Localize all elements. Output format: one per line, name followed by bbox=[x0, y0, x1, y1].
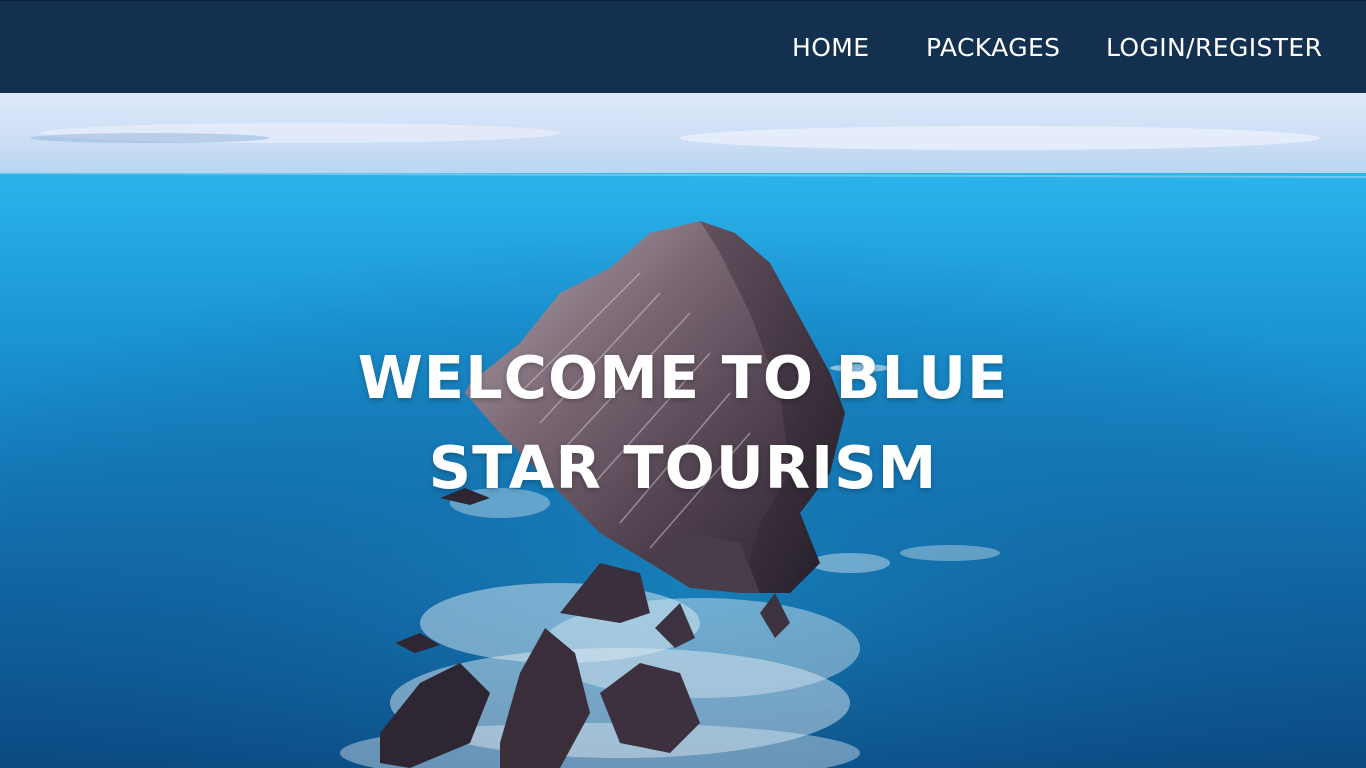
hero-title-line-1: WELCOME TO BLUE bbox=[357, 342, 1009, 412]
nav-login-register-link[interactable]: LOGIN/REGISTER bbox=[1106, 32, 1322, 64]
nav-home-link[interactable]: HOME bbox=[792, 32, 869, 64]
top-navbar: HOME PACKAGES LOGIN/REGISTER bbox=[0, 0, 1366, 93]
hero-title-line-2: STAR TOURISM bbox=[428, 432, 938, 502]
landing-page: HOME PACKAGES LOGIN/REGISTER WELCOME TO … bbox=[0, 0, 1366, 768]
nav-packages-link[interactable]: PACKAGES bbox=[926, 32, 1060, 64]
hero-section: WELCOME TO BLUE STAR TOURISM bbox=[0, 93, 1366, 768]
hero-title: WELCOME TO BLUE STAR TOURISM bbox=[0, 333, 1366, 513]
